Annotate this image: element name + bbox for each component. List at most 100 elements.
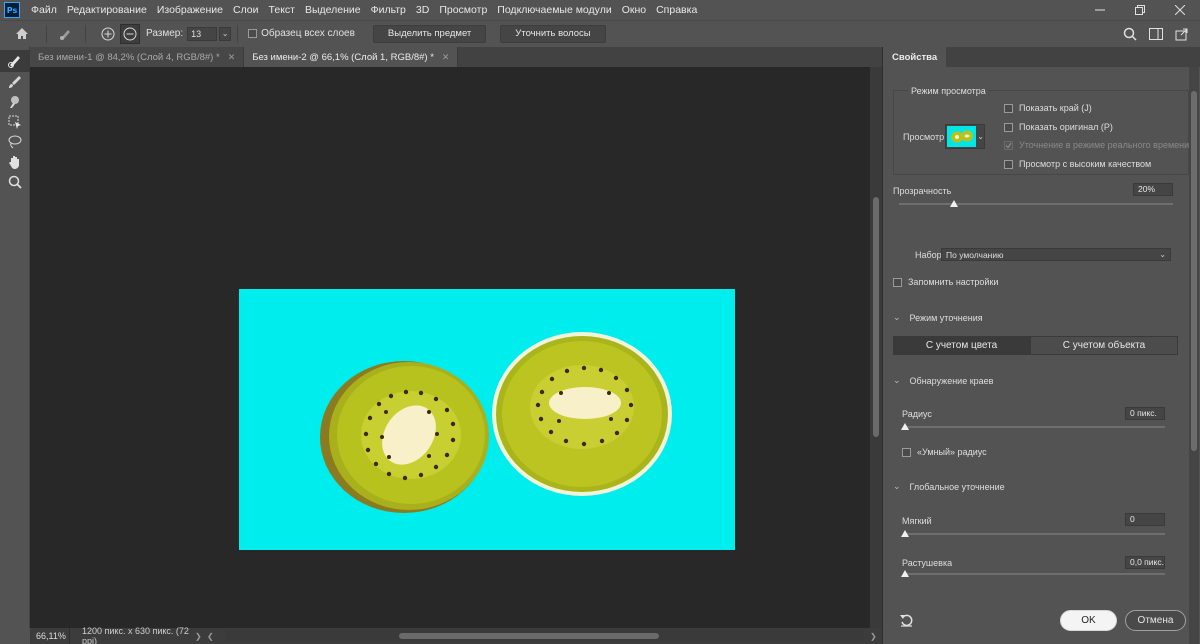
refine-hair-button[interactable]: Уточнить волосы (500, 24, 606, 43)
panel-scrollbar[interactable] (1189, 67, 1199, 644)
tool-preset-picker[interactable] (53, 24, 79, 44)
chevron-down-icon: ⌄ (893, 312, 901, 322)
show-edge-checkbox[interactable] (1004, 103, 1013, 113)
close-icon[interactable]: ✕ (442, 52, 450, 63)
menu-layers[interactable]: Слои (228, 4, 264, 16)
high-quality-row[interactable]: Просмотр с высоким качеством (1004, 159, 1151, 169)
tab-document-2[interactable]: Без имени-2 @ 66,1% (Слой 1, RGB/8#) * ✕ (244, 47, 459, 67)
select-subject-button[interactable]: Выделить предмет (372, 24, 487, 43)
show-original-row[interactable]: Показать оригинал (P) (1004, 122, 1113, 132)
radius-slider-thumb[interactable] (901, 423, 909, 430)
ok-button[interactable]: OK (1060, 610, 1117, 631)
horizontal-scroll-thumb[interactable] (399, 633, 659, 639)
edge-detection-header[interactable]: ⌄ Обнаружение краев (893, 375, 993, 386)
close-icon[interactable]: ✕ (228, 52, 236, 63)
global-refine-header[interactable]: ⌄ Глобальное уточнение (893, 481, 1005, 492)
reset-button[interactable] (899, 612, 915, 628)
sample-all-layers-checkbox[interactable] (248, 29, 258, 38)
high-quality-checkbox[interactable] (1004, 159, 1013, 169)
horizontal-scrollbar[interactable] (225, 630, 864, 642)
preset-label: Набор (915, 250, 942, 260)
radius-input[interactable]: 0 пикс. (1125, 407, 1165, 420)
refine-mode-color-aware[interactable]: С учетом цвета (893, 336, 1030, 355)
share-button[interactable] (1172, 24, 1192, 44)
radius-slider-track[interactable] (905, 426, 1165, 428)
preview-mode-dropdown[interactable]: ⌄ (945, 124, 985, 149)
object-selection-tool[interactable] (0, 112, 30, 132)
smooth-input[interactable]: 0 (1125, 513, 1165, 526)
tab-properties[interactable]: Свойства (883, 47, 947, 67)
global-refine-label: Глобальное уточнение (909, 481, 1005, 492)
canvas-area[interactable] (30, 67, 870, 628)
cancel-button[interactable]: Отмена (1125, 610, 1186, 631)
panel-tab-bar: Свойства (883, 47, 1200, 67)
kiwi-image[interactable] (239, 289, 735, 550)
size-input[interactable]: 13 (187, 26, 218, 41)
add-to-selection-button[interactable] (98, 24, 118, 44)
smooth-slider-track[interactable] (905, 533, 1165, 535)
transparency-input[interactable]: 20% (1133, 183, 1173, 196)
menu-3d[interactable]: 3D (411, 4, 434, 16)
transparency-slider-track[interactable] (899, 203, 1173, 205)
refine-mode-header[interactable]: ⌄ Режим уточнения (893, 312, 983, 323)
panel-scroll-thumb[interactable] (1191, 91, 1197, 451)
feather-slider-track[interactable] (905, 573, 1165, 575)
status-menu-arrow[interactable]: ❯ (195, 632, 207, 641)
smart-radius-row[interactable]: «Умный» радиус (902, 447, 987, 457)
menu-select[interactable]: Выделение (300, 4, 366, 16)
preset-value: По умолчанию (946, 249, 1004, 260)
hand-tool[interactable] (0, 152, 30, 172)
smooth-slider-thumb[interactable] (901, 530, 909, 537)
high-quality-label: Просмотр с высоким качеством (1019, 159, 1152, 169)
preset-dropdown[interactable]: По умолчанию ⌄ (941, 248, 1171, 261)
show-original-checkbox[interactable] (1004, 122, 1013, 132)
smart-radius-label: «Умный» радиус (917, 447, 987, 457)
quick-selection-brush-icon (8, 56, 20, 68)
menu-filter[interactable]: Фильтр (366, 4, 411, 16)
vertical-scrollbar[interactable] (870, 67, 882, 628)
search-button[interactable] (1120, 24, 1140, 44)
restore-button[interactable] (1120, 0, 1160, 20)
feather-input[interactable]: 0,0 пикс. (1125, 556, 1165, 569)
scroll-right-arrow[interactable]: ❯ (870, 632, 882, 641)
menu-image[interactable]: Изображение (152, 4, 228, 16)
workspace-button[interactable] (1146, 24, 1166, 44)
remember-settings-checkbox[interactable] (893, 277, 902, 287)
size-dropdown[interactable]: ⌄ (219, 26, 232, 41)
refine-edge-brush-tool[interactable] (0, 92, 30, 112)
zoom-level[interactable]: 66,11% (30, 628, 70, 644)
show-edge-row[interactable]: Показать край (J) (1004, 103, 1092, 113)
transparency-slider-thumb[interactable] (949, 200, 958, 207)
refine-mode-object-aware[interactable]: С учетом объекта (1030, 336, 1178, 355)
brush-tool[interactable] (0, 72, 30, 92)
tab-document-1[interactable]: Без имени-1 @ 84,2% (Слой 4, RGB/8#) * ✕ (30, 47, 245, 67)
chevron-down-icon: ⌄ (893, 481, 901, 491)
remember-settings-label: Запомнить настройки (908, 277, 999, 287)
minimize-button[interactable] (1080, 0, 1120, 20)
edge-detection-label: Обнаружение краев (909, 375, 994, 386)
menu-view[interactable]: Просмотр (434, 4, 492, 16)
menu-plugins[interactable]: Подключаемые модули (492, 4, 616, 16)
lasso-tool[interactable] (0, 132, 30, 152)
tools-panel (0, 46, 30, 628)
quick-selection-tool[interactable] (0, 50, 30, 72)
remember-settings-row[interactable]: Запомнить настройки (893, 277, 998, 287)
home-button[interactable] (12, 24, 32, 44)
menu-help[interactable]: Справка (651, 4, 702, 16)
smart-radius-checkbox[interactable] (902, 447, 911, 457)
realtime-refine-row: Уточнение в режиме реального времени (1004, 140, 1189, 150)
zoom-tool[interactable] (0, 172, 30, 192)
scroll-left-arrow[interactable]: ❮ (207, 632, 219, 641)
menu-window[interactable]: Окно (617, 4, 651, 16)
document-tabs: Без имени-1 @ 84,2% (Слой 4, RGB/8#) * ✕… (30, 47, 882, 67)
refine-edge-brush-icon (10, 96, 19, 108)
menu-file[interactable]: Файл (26, 4, 62, 16)
hand-icon (9, 156, 19, 169)
menu-edit[interactable]: Редактирование (62, 4, 152, 16)
close-button[interactable] (1160, 0, 1200, 20)
menu-type[interactable]: Текст (264, 4, 300, 16)
feather-slider-thumb[interactable] (901, 570, 909, 577)
subtract-from-selection-button[interactable] (120, 23, 140, 44)
vertical-scroll-thumb[interactable] (873, 197, 879, 437)
separator (85, 24, 86, 43)
